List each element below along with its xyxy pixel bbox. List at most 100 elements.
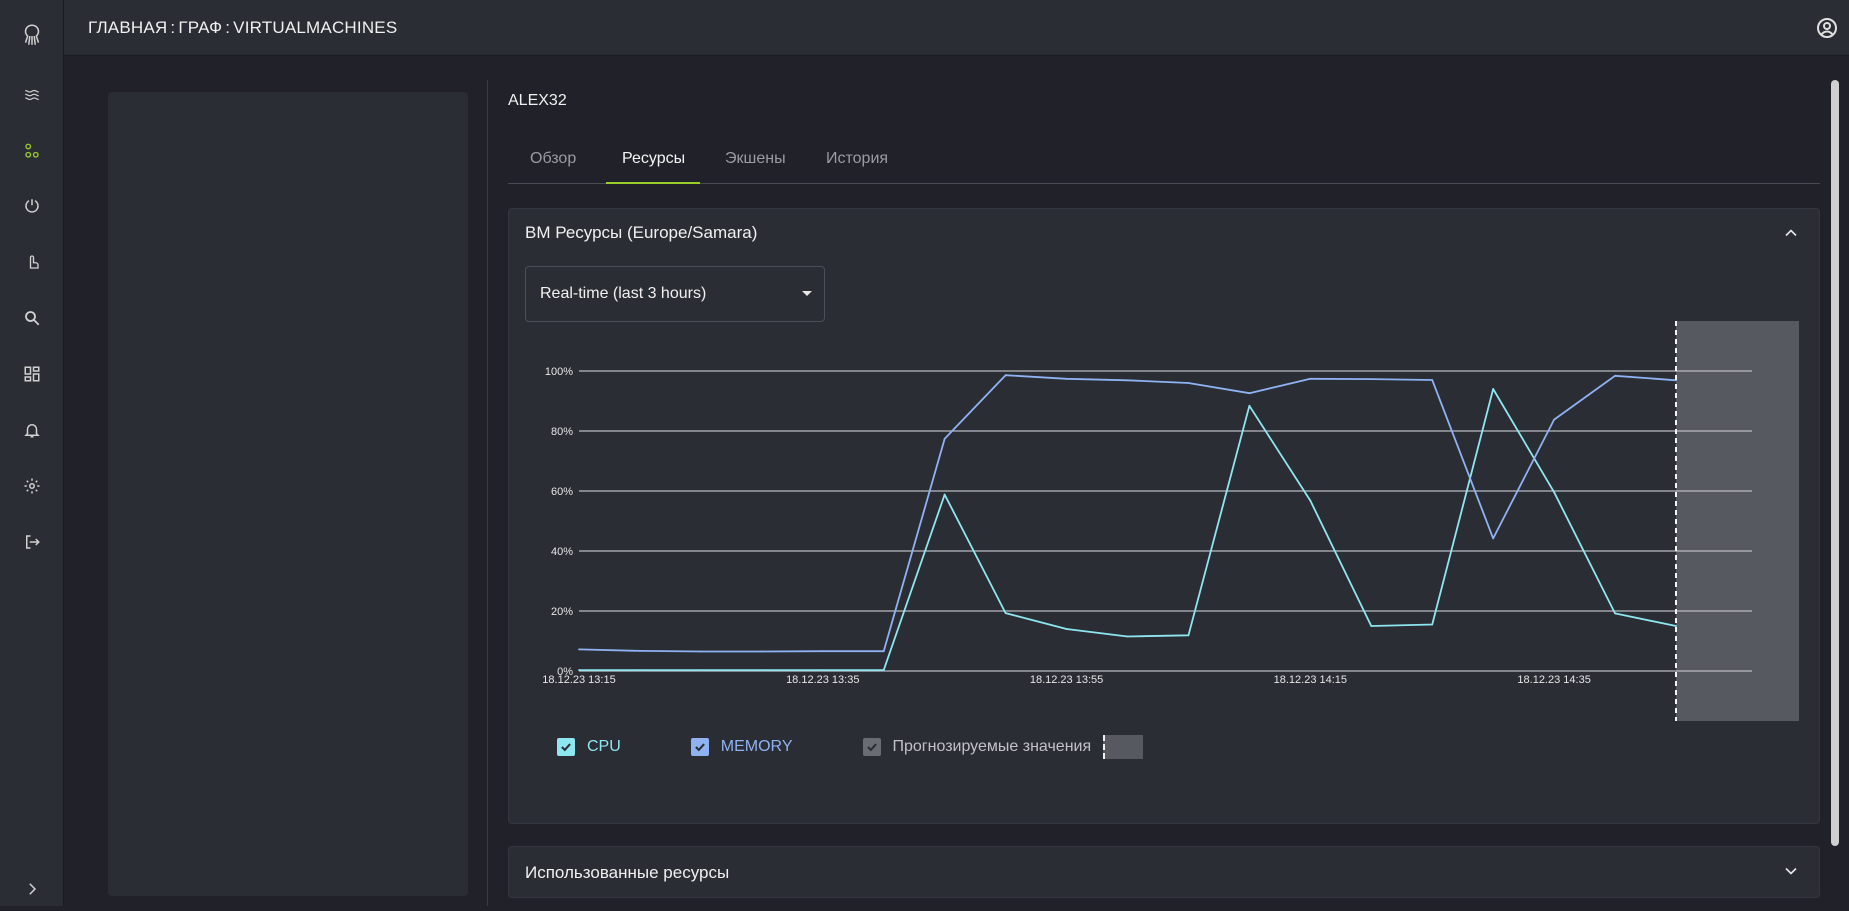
- forecast-swatch: [1103, 735, 1144, 759]
- data-point-memory: [760, 650, 763, 653]
- data-point-cpu: [882, 669, 885, 671]
- x-tick-label: 18.12.23 13:55: [1030, 674, 1103, 686]
- data-point-memory: [1248, 392, 1251, 395]
- data-point-cpu: [943, 493, 946, 496]
- used-resources-card[interactable]: Использованные ресурсы: [508, 846, 1820, 898]
- data-point-memory: [1187, 382, 1190, 384]
- graph-panel: [108, 92, 468, 896]
- bell-icon: [23, 421, 41, 444]
- data-point-cpu: [1187, 634, 1190, 637]
- logo[interactable]: [0, 17, 64, 57]
- tab-resources[interactable]: Ресурсы: [622, 140, 685, 184]
- y-tick-label: 100%: [545, 366, 573, 378]
- forecast-region: [1676, 321, 1799, 721]
- kraken-logo-icon: [19, 22, 45, 53]
- scrollbar[interactable]: [1831, 80, 1839, 846]
- tab-overview[interactable]: Обзор: [530, 140, 576, 184]
- data-point-memory: [1492, 537, 1495, 540]
- sidebar-item-actions[interactable]: [0, 244, 64, 284]
- y-tick-label: 80%: [551, 426, 573, 438]
- dashboard-icon: [23, 365, 41, 388]
- top-bar: ГЛАВНАЯ: ГРАФ: VIRTUALMACHINES: [64, 0, 1849, 56]
- data-point-memory: [639, 650, 641, 652]
- sidebar-item-alerts[interactable]: [0, 412, 64, 452]
- data-point-memory: [1126, 379, 1129, 382]
- sidebar-item-power[interactable]: [0, 188, 64, 228]
- data-point-memory: [699, 650, 702, 653]
- active-tab-indicator: [606, 182, 700, 184]
- data-point-cpu: [1004, 612, 1007, 614]
- data-point-cpu: [1065, 628, 1068, 630]
- data-point-memory: [1065, 377, 1068, 380]
- waves-icon: [23, 86, 41, 109]
- data-point-cpu: [1370, 625, 1373, 627]
- data-point-memory: [821, 650, 824, 653]
- data-point-cpu: [1614, 612, 1616, 615]
- legend-cpu-label: CPU: [587, 738, 621, 755]
- tab-actions[interactable]: Экшены: [725, 140, 786, 184]
- data-point-cpu: [1431, 623, 1434, 626]
- y-tick-label: 40%: [551, 546, 573, 558]
- x-tick-label: 18.12.23 13:15: [542, 674, 615, 686]
- breadcrumb-graph[interactable]: ГРАФ: [178, 18, 222, 37]
- chevron-right-icon: [23, 880, 41, 903]
- sidebar-expand-button[interactable]: [0, 871, 64, 911]
- breadcrumb: ГЛАВНАЯ: ГРАФ: VIRTUALMACHINES: [88, 18, 397, 38]
- data-point-memory: [1004, 374, 1007, 377]
- account-circle-icon: [1815, 18, 1839, 44]
- cpu-checkbox[interactable]: [557, 738, 575, 756]
- legend-cpu-toggle[interactable]: CPU: [557, 738, 621, 756]
- check-icon: [694, 743, 705, 752]
- tab-bar: Обзор Ресурсы Экшены История: [508, 140, 1820, 184]
- data-point-memory: [1309, 377, 1312, 380]
- tab-history[interactable]: История: [826, 140, 888, 184]
- data-point-memory: [1431, 379, 1434, 381]
- x-tick-label: 18.12.23 13:35: [786, 674, 859, 686]
- data-point-cpu: [821, 669, 824, 671]
- x-tick-label: 18.12.23 14:15: [1274, 674, 1347, 686]
- y-tick-label: 60%: [551, 486, 573, 498]
- data-point-memory: [882, 650, 885, 653]
- gear-icon: [23, 477, 41, 500]
- sidebar-item-settings[interactable]: [0, 468, 64, 508]
- forecast-checkbox[interactable]: [862, 738, 881, 756]
- data-point-cpu: [760, 669, 763, 671]
- legend-forecast-label: Прогнозируемые значения: [892, 738, 1092, 755]
- data-point-memory: [943, 437, 946, 440]
- y-tick-label: 20%: [551, 606, 573, 618]
- sidebar-item-events[interactable]: [0, 77, 64, 117]
- series-line-memory: [578, 374, 1677, 653]
- data-point-cpu: [699, 669, 702, 671]
- legend-memory-label: MEMORY: [720, 738, 793, 755]
- sidebar-item-search[interactable]: [0, 300, 64, 340]
- check-icon: [561, 743, 571, 752]
- graph-icon: [23, 142, 41, 165]
- data-point-memory: [1614, 374, 1616, 377]
- sidebar-item-dashboards[interactable]: [0, 356, 64, 396]
- legend-memory-toggle[interactable]: MEMORY: [690, 738, 793, 756]
- memory-checkbox[interactable]: [690, 738, 709, 756]
- chevron-down-icon: [1781, 867, 1801, 885]
- sidebar: [0, 0, 64, 906]
- sidebar-item-logout[interactable]: [0, 524, 64, 564]
- data-point-cpu: [1492, 388, 1495, 390]
- breadcrumb-home[interactable]: ГЛАВНАЯ: [88, 18, 167, 37]
- data-point-cpu: [1675, 625, 1677, 627]
- check-icon: [866, 743, 877, 752]
- data-point-cpu: [1126, 635, 1129, 638]
- power-icon: [23, 197, 41, 220]
- expand-button[interactable]: [1781, 861, 1801, 881]
- page-title: ALEX32: [508, 92, 567, 109]
- x-tick-label: 18.12.23 14:35: [1517, 674, 1590, 686]
- data-point-memory: [1553, 418, 1556, 421]
- account-button[interactable]: [1815, 16, 1839, 40]
- data-point-memory: [578, 648, 580, 651]
- data-point-cpu: [1248, 404, 1251, 407]
- card-title: Использованные ресурсы: [525, 863, 730, 882]
- data-point-cpu: [1553, 491, 1556, 494]
- legend-forecast-toggle[interactable]: Прогнозируемые значения: [862, 735, 1144, 759]
- search-icon: [23, 309, 41, 332]
- sidebar-item-graph[interactable]: [0, 133, 64, 173]
- logout-icon: [23, 533, 41, 556]
- resources-chart: 0%20%40%60%80%100%18.12.23 13:15 18.12.23…: [542, 321, 1799, 721]
